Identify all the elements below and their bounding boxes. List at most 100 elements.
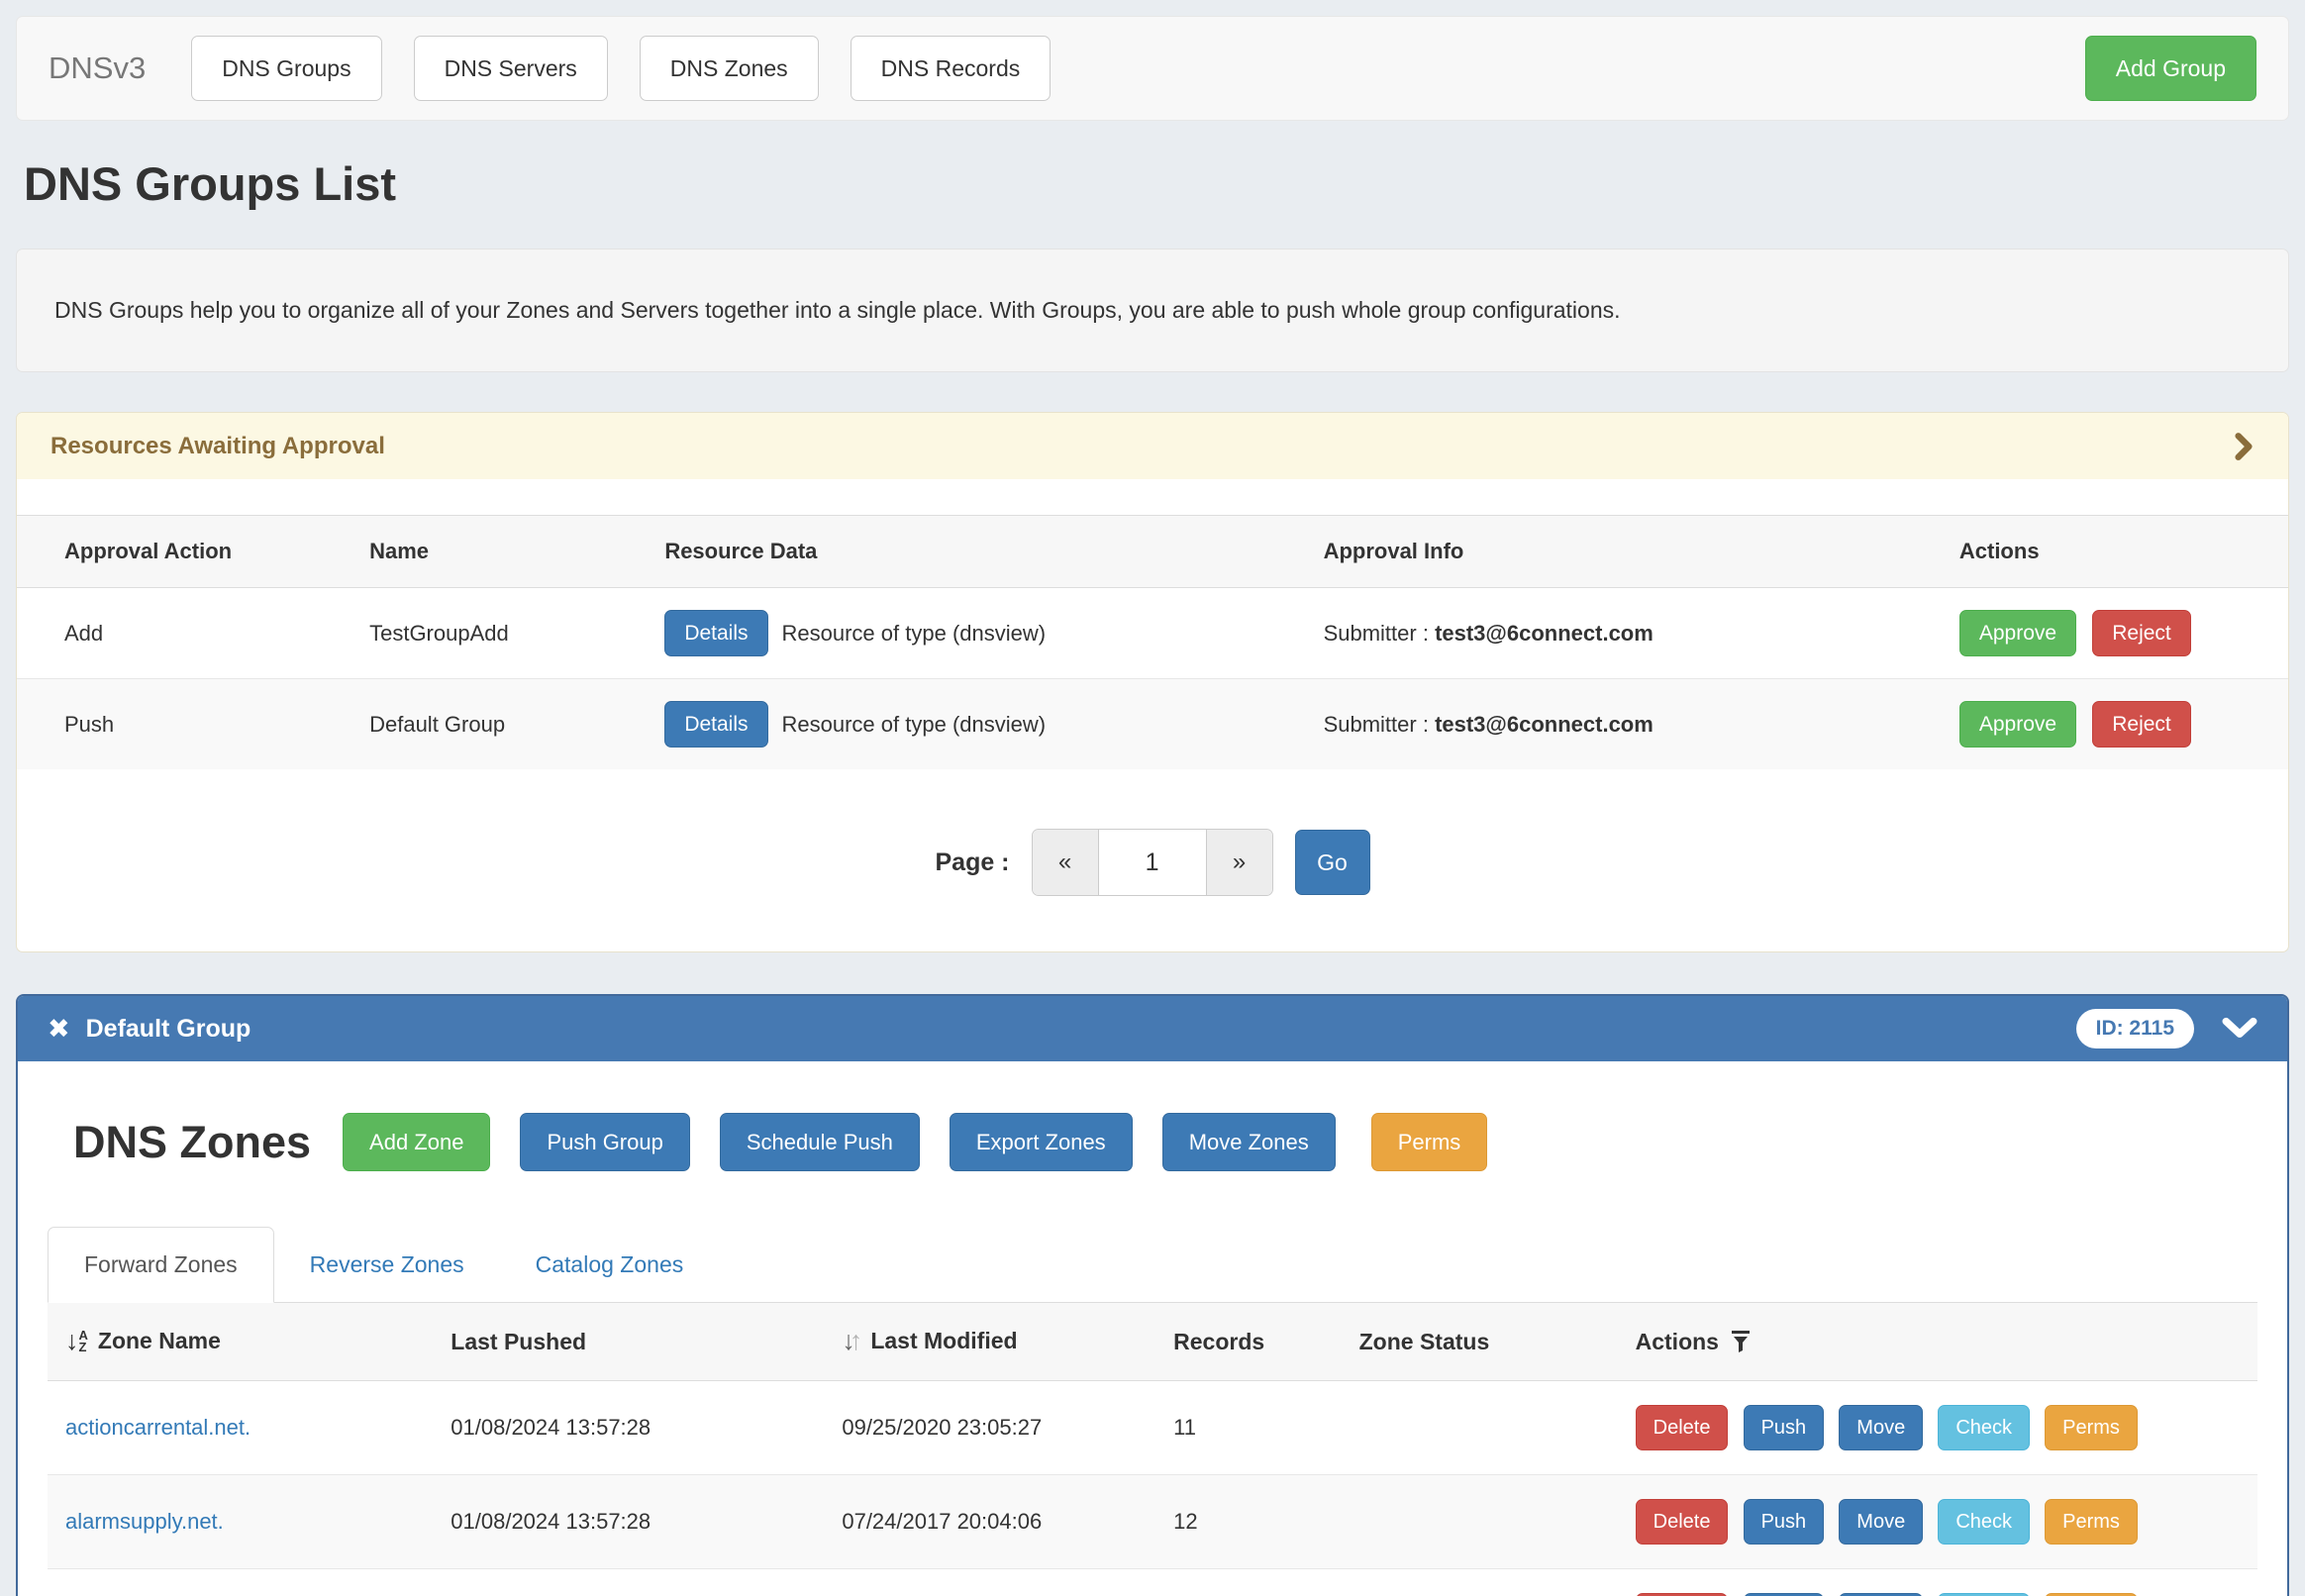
delete-button[interactable]: Delete [1636, 1499, 1729, 1545]
tab-forward-zones[interactable]: Forward Zones [48, 1227, 274, 1303]
col-records[interactable]: Records [1163, 1303, 1349, 1381]
zone-status-value [1350, 1569, 1626, 1596]
col-zone-actions: Actions [1636, 1329, 1719, 1355]
col-approval-action: Approval Action [17, 516, 357, 588]
page-description: DNS Groups help you to organize all of y… [16, 249, 2289, 372]
approval-row: Push Default Group Details Resource of t… [17, 679, 2288, 770]
check-button[interactable]: Check [1938, 1405, 2030, 1450]
approval-name-value: TestGroupAdd [357, 588, 652, 679]
submitter-label: Submitter : [1324, 621, 1429, 646]
schedule-push-button[interactable]: Schedule Push [720, 1113, 920, 1171]
zone-status-value [1350, 1475, 1626, 1569]
last-pushed-value: 01/08/2024 13:57:35 [441, 1569, 832, 1596]
tab-catalog-zones[interactable]: Catalog Zones [500, 1228, 720, 1302]
approval-row: Add TestGroupAdd Details Resource of typ… [17, 588, 2288, 679]
go-button[interactable]: Go [1295, 830, 1370, 895]
move-button[interactable]: Move [1839, 1405, 1923, 1450]
dns-zones-title: DNS Zones [73, 1117, 311, 1168]
group-title: Default Group [86, 1015, 2076, 1044]
perms-row-button[interactable]: Perms [2045, 1499, 2138, 1545]
reject-button[interactable]: Reject [2092, 610, 2191, 656]
reject-button[interactable]: Reject [2092, 701, 2191, 748]
default-group-panel: ✖ Default Group ID: 2115 DNS Zones Add Z… [16, 994, 2289, 1596]
dns-zones-toolbar: DNS Zones Add Zone Push Group Schedule P… [48, 1113, 2257, 1171]
records-value: 12 [1163, 1475, 1349, 1569]
approve-button[interactable]: Approve [1959, 610, 2076, 656]
details-button[interactable]: Details [664, 610, 767, 656]
group-id-badge: ID: 2115 [2076, 1009, 2194, 1048]
approve-button[interactable]: Approve [1959, 701, 2076, 748]
zone-row: allvalleyas.com. 01/08/2024 13:57:35 01/… [48, 1569, 2257, 1596]
next-page-button[interactable]: » [1207, 830, 1272, 895]
push-button[interactable]: Push [1744, 1405, 1825, 1450]
last-pushed-value: 01/08/2024 13:57:28 [441, 1381, 832, 1475]
approval-panel-title: Resources Awaiting Approval [50, 433, 2233, 460]
col-last-modified[interactable]: Last Modified [870, 1328, 1017, 1354]
zone-status-value [1350, 1381, 1626, 1475]
chevron-down-icon[interactable] [2222, 1017, 2257, 1041]
prev-page-button[interactable]: « [1033, 830, 1098, 895]
col-actions: Actions [1948, 516, 2288, 588]
resource-data-text: Resource of type (dnsview) [782, 621, 1047, 647]
approval-table: Approval Action Name Resource Data Appro… [17, 515, 2288, 769]
last-pushed-value: 01/08/2024 13:57:28 [441, 1475, 832, 1569]
top-navbar: DNSv3 DNS Groups DNS Servers DNS Zones D… [16, 16, 2289, 121]
zone-name-link[interactable]: actioncarrental.net. [65, 1415, 251, 1440]
zones-tabs: Forward Zones Reverse Zones Catalog Zone… [48, 1227, 2257, 1303]
delete-button[interactable]: Delete [1636, 1405, 1729, 1450]
last-modified-value: 07/24/2017 20:04:06 [832, 1475, 1163, 1569]
tab-reverse-zones[interactable]: Reverse Zones [274, 1228, 500, 1302]
zones-table: ↓ AZ Zone Name Last Pushed ↓↑ [48, 1303, 2257, 1596]
perms-row-button[interactable]: Perms [2045, 1405, 2138, 1450]
col-zone-status[interactable]: Zone Status [1350, 1303, 1626, 1381]
col-last-pushed[interactable]: Last Pushed [441, 1303, 832, 1381]
page-label: Page : [935, 848, 1009, 877]
page-number-input[interactable] [1098, 830, 1207, 895]
page-title: DNS Groups List [24, 156, 2305, 211]
approval-table-header-row: Approval Action Name Resource Data Appro… [17, 516, 2288, 588]
chevron-right-icon[interactable] [2233, 432, 2255, 461]
app-brand: DNSv3 [49, 50, 146, 86]
nav-dns-records-button[interactable]: DNS Records [851, 36, 1052, 101]
zone-row: actioncarrental.net. 01/08/2024 13:57:28… [48, 1381, 2257, 1475]
group-panel-body: DNS Zones Add Zone Push Group Schedule P… [18, 1113, 2287, 1596]
resources-awaiting-approval-panel: Resources Awaiting Approval Approval Act… [16, 412, 2289, 952]
submitter-label: Submitter : [1324, 712, 1429, 737]
add-group-button[interactable]: Add Group [2085, 36, 2256, 101]
close-icon[interactable]: ✖ [48, 1014, 70, 1045]
col-zone-name[interactable]: Zone Name [98, 1328, 221, 1354]
filter-icon[interactable] [1731, 1330, 1751, 1353]
nav-dns-groups-button[interactable]: DNS Groups [191, 36, 381, 101]
last-modified-value: 01/03/2024 19:10:17 [832, 1569, 1163, 1596]
approval-pagination: Page : « » Go [17, 829, 2288, 896]
nav-dns-zones-button[interactable]: DNS Zones [640, 36, 819, 101]
perms-button[interactable]: Perms [1371, 1113, 1488, 1171]
last-modified-value: 09/25/2020 23:05:27 [832, 1381, 1163, 1475]
zone-name-link[interactable]: alarmsupply.net. [65, 1509, 224, 1534]
push-group-button[interactable]: Push Group [520, 1113, 689, 1171]
approval-name-value: Default Group [357, 679, 652, 770]
approval-action-value: Push [17, 679, 357, 770]
col-resource-data: Resource Data [652, 516, 1311, 588]
submitter-email: test3@6connect.com [1435, 621, 1654, 646]
page: DNSv3 DNS Groups DNS Servers DNS Zones D… [0, 0, 2305, 1596]
records-value: 11 [1163, 1381, 1349, 1475]
export-zones-button[interactable]: Export Zones [950, 1113, 1133, 1171]
col-approval-info: Approval Info [1312, 516, 1948, 588]
sort-alpha-icon[interactable]: ↓ AZ [65, 1328, 88, 1354]
zones-table-header-row: ↓ AZ Zone Name Last Pushed ↓↑ [48, 1303, 2257, 1381]
col-name: Name [357, 516, 652, 588]
group-panel-header[interactable]: ✖ Default Group ID: 2115 [18, 996, 2287, 1061]
sort-updown-icon[interactable]: ↓↑ [842, 1328, 862, 1354]
approval-action-value: Add [17, 588, 357, 679]
approval-panel-header[interactable]: Resources Awaiting Approval [17, 413, 2288, 479]
nav-dns-servers-button[interactable]: DNS Servers [414, 36, 608, 101]
move-button[interactable]: Move [1839, 1499, 1923, 1545]
move-zones-button[interactable]: Move Zones [1162, 1113, 1336, 1171]
details-button[interactable]: Details [664, 701, 767, 748]
check-button[interactable]: Check [1938, 1499, 2030, 1545]
records-value: 9 [1163, 1569, 1349, 1596]
push-button[interactable]: Push [1744, 1499, 1825, 1545]
resource-data-text: Resource of type (dnsview) [782, 712, 1047, 738]
add-zone-button[interactable]: Add Zone [343, 1113, 490, 1171]
